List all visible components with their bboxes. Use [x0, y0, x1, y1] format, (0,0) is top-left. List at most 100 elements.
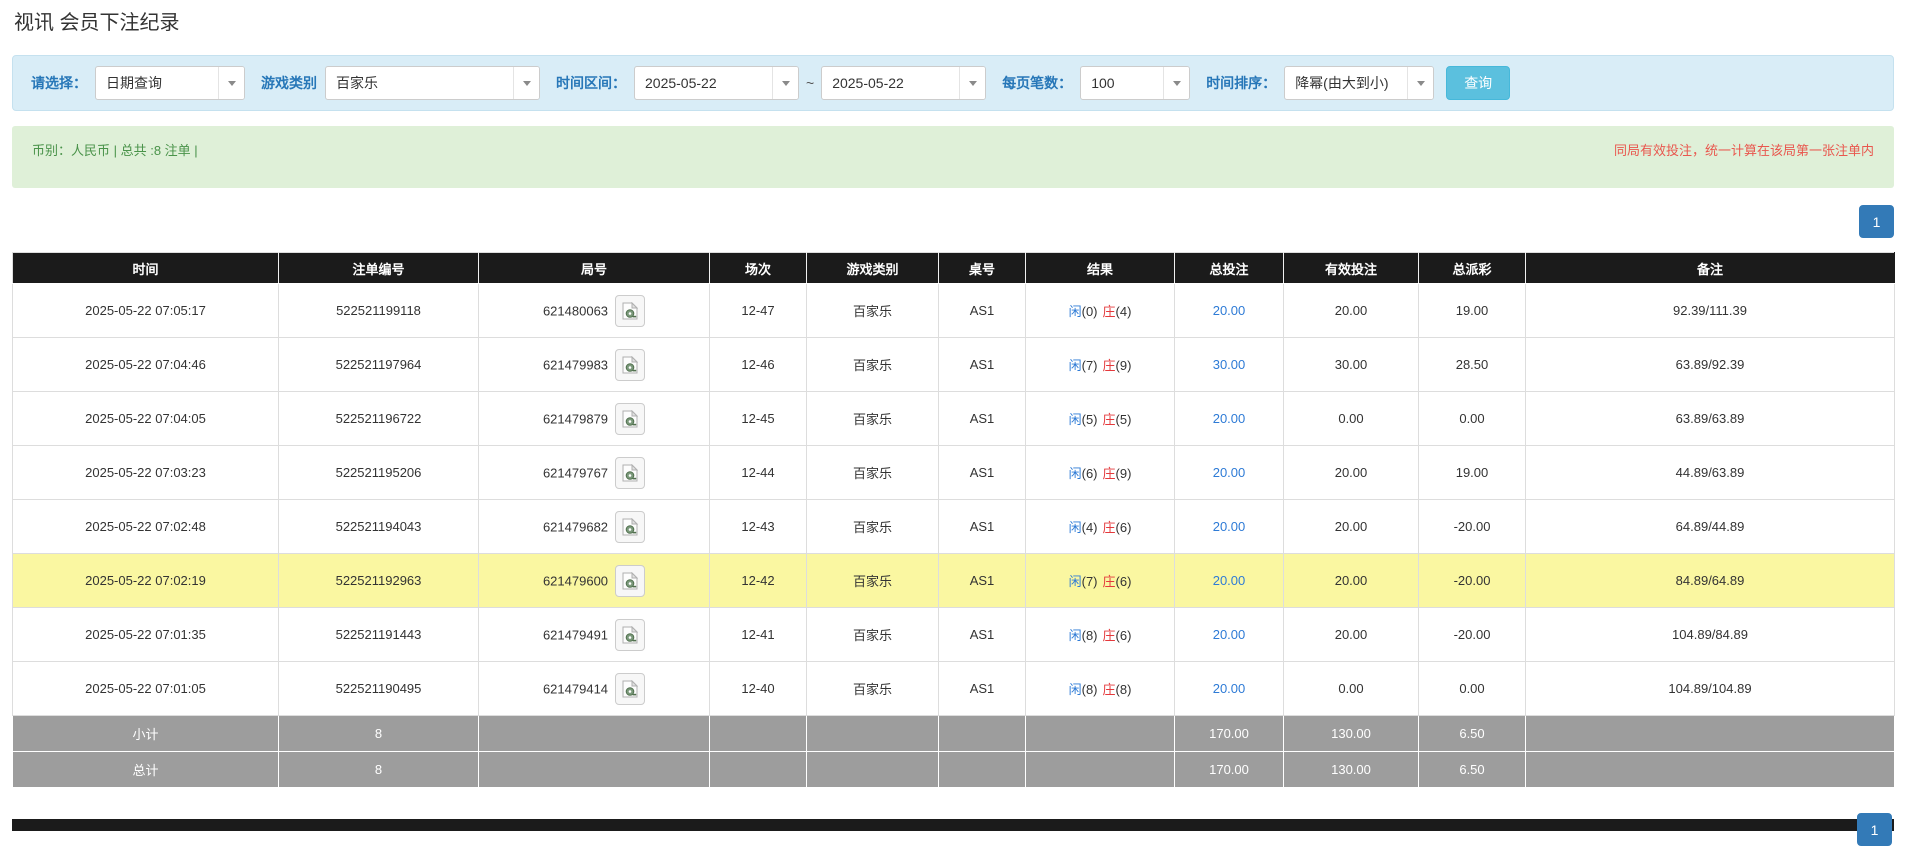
video-replay-button[interactable]: [615, 456, 646, 489]
video-replay-button[interactable]: [615, 618, 646, 651]
player-result-label: 闲: [1068, 358, 1082, 373]
cell-round-no: 621479491: [478, 607, 710, 662]
banker-result-score: (6): [1115, 628, 1132, 643]
time-sort-value: 降幂(由大到小): [1295, 75, 1389, 91]
video-replay-button[interactable]: [615, 564, 646, 597]
grand-total-payout: 6.50: [1418, 751, 1526, 788]
grand-total-valid-bet: 130.00: [1283, 751, 1419, 788]
cell-valid-bet: 20.00: [1283, 499, 1419, 554]
grand-total-label: 总计: [12, 751, 279, 788]
video-film-icon: [622, 679, 639, 697]
table-body: 2025-05-22 07:05:17 522521199118 621480063…: [12, 283, 1895, 788]
cell-bet-no: 522521197964: [278, 337, 479, 392]
banker-result-score: (6): [1115, 574, 1132, 589]
date-to-picker[interactable]: 2025-05-22: [821, 66, 987, 100]
banker-result-score: (9): [1115, 466, 1132, 481]
total-bet-link[interactable]: 20.00: [1213, 681, 1246, 696]
cell-session: 12-41: [709, 607, 807, 662]
cell-remark: 63.89/92.39: [1525, 337, 1895, 392]
video-replay-button[interactable]: [615, 510, 646, 543]
cell-bet-no: 522521195206: [278, 445, 479, 500]
total-bet-link[interactable]: 20.00: [1213, 573, 1246, 588]
cell-result: 闲(8) 庄(6): [1025, 607, 1175, 662]
cell-bet-no: 522521196722: [278, 391, 479, 446]
game-type-label: 游戏类别: [261, 75, 317, 91]
banker-result-label: 庄: [1102, 412, 1116, 427]
cell-valid-bet: 0.00: [1283, 661, 1419, 716]
banker-result-score: (8): [1115, 682, 1132, 697]
cell-result: 闲(7) 庄(9): [1025, 337, 1175, 392]
cell-round-no: 621480063: [478, 283, 710, 338]
column-header: 结果: [1025, 252, 1175, 284]
cell-round-no: 621479600: [478, 553, 710, 608]
cell-session: 12-45: [709, 391, 807, 446]
total-bet-link[interactable]: 20.00: [1213, 411, 1246, 426]
date-from-picker[interactable]: 2025-05-22: [634, 66, 799, 100]
cell-total-bet: 20.00: [1174, 607, 1284, 662]
total-bet-link[interactable]: 20.00: [1213, 465, 1246, 480]
total-bet-link[interactable]: 20.00: [1213, 303, 1246, 318]
cell-table-no: AS1: [938, 661, 1026, 716]
table-row: 2025-05-22 07:01:35 522521191443 621479491…: [12, 607, 1895, 662]
banker-result-label: 庄: [1102, 628, 1116, 643]
cell-bet-no: 522521194043: [278, 499, 479, 554]
time-sort-select[interactable]: 降幂(由大到小): [1284, 66, 1435, 100]
cell-result: 闲(7) 庄(6): [1025, 553, 1175, 608]
video-replay-button[interactable]: [615, 294, 646, 327]
column-header: 备注: [1525, 252, 1895, 284]
player-result-score: (7): [1081, 574, 1098, 589]
cell-total-bet: 20.00: [1174, 661, 1284, 716]
video-film-icon: [622, 409, 639, 427]
player-result-score: (4): [1081, 520, 1098, 535]
cell-valid-bet: 20.00: [1283, 283, 1419, 338]
chevron-down-icon[interactable]: [959, 67, 986, 99]
subtotal-payout: 6.50: [1418, 715, 1526, 752]
chevron-down-icon[interactable]: [1407, 67, 1434, 99]
total-bet-link[interactable]: 20.00: [1213, 627, 1246, 642]
chevron-down-icon[interactable]: [218, 67, 244, 99]
cell-remark: 44.89/63.89: [1525, 445, 1895, 500]
subtotal-valid-bet: 130.00: [1283, 715, 1419, 752]
pagination-top: 1: [12, 205, 1894, 238]
video-replay-button[interactable]: [615, 402, 646, 435]
search-button[interactable]: 查询: [1446, 66, 1511, 100]
chevron-down-icon[interactable]: [772, 67, 798, 99]
cell-table-no: AS1: [938, 445, 1026, 500]
subtotal-result: [1025, 715, 1175, 752]
cell-valid-bet: 20.00: [1283, 607, 1419, 662]
chevron-down-icon[interactable]: [513, 67, 539, 99]
cell-time: 2025-05-22 07:04:46: [12, 337, 279, 392]
total-bet-link[interactable]: 20.00: [1213, 519, 1246, 534]
column-header: 时间: [12, 252, 279, 284]
column-header: 注单编号: [278, 252, 479, 284]
cell-payout: 19.00: [1418, 283, 1526, 338]
banker-result-label: 庄: [1102, 682, 1116, 697]
column-header: 场次: [709, 252, 807, 284]
cell-game-type: 百家乐: [806, 661, 939, 716]
cell-valid-bet: 20.00: [1283, 445, 1419, 500]
cell-session: 12-47: [709, 283, 807, 338]
summary-bar: 币别：人民币 | 总共 :8 注单 | 同局有效投注，统一计算在该局第一张注单内: [12, 126, 1894, 188]
video-replay-button[interactable]: [615, 672, 646, 705]
page-size-select[interactable]: 100: [1080, 66, 1191, 100]
chevron-down-icon[interactable]: [1163, 67, 1190, 99]
video-replay-button[interactable]: [615, 348, 646, 381]
page-1-button-bottom[interactable]: 1: [1857, 813, 1892, 846]
cell-total-bet: 20.00: [1174, 391, 1284, 446]
game-type-select[interactable]: 百家乐: [325, 66, 540, 100]
query-type-select[interactable]: 日期查询: [95, 66, 245, 100]
cell-game-type: 百家乐: [806, 337, 939, 392]
cell-table-no: AS1: [938, 499, 1026, 554]
cell-payout: -20.00: [1418, 607, 1526, 662]
grand-total-game: [806, 751, 939, 788]
banker-result-score: (5): [1115, 412, 1132, 427]
page-1-button[interactable]: 1: [1859, 205, 1894, 238]
grand-total-bet-count: 8: [278, 751, 479, 788]
bet-records-table: 时间 注单编号 局号 场次 游戏类别 桌号 结果 总投注 有效投注 总派彩 备注 2025-05-2…: [12, 252, 1895, 788]
total-bet-link[interactable]: 30.00: [1213, 357, 1246, 372]
player-result-label: 闲: [1068, 304, 1082, 319]
date-range-separator: ~: [806, 75, 815, 91]
cell-round-no: 621479983: [478, 337, 710, 392]
cell-bet-no: 522521192963: [278, 553, 479, 608]
column-header: 有效投注: [1283, 252, 1419, 284]
